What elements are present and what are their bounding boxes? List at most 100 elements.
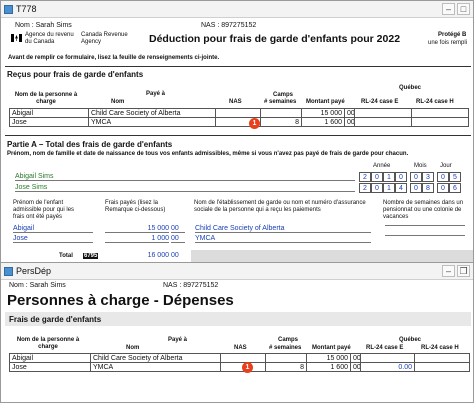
day-header: Jour xyxy=(440,163,452,169)
child-name-field[interactable]: Jose Sims xyxy=(15,184,355,192)
paid-to-cell[interactable]: YMCA xyxy=(88,117,216,127)
part-a-description: Prénom, nom de famille et date de naissa… xyxy=(7,151,409,157)
childcare-section-title: Frais de garde d'enfants xyxy=(9,315,102,324)
dependent-cell[interactable]: Jose xyxy=(9,117,89,127)
dependent-header: Nom de la personne à charge xyxy=(14,92,78,105)
weeks-header: # semaines xyxy=(269,345,302,351)
nas-header: NAS xyxy=(229,99,242,105)
birthdate-digit-box[interactable]: 0 xyxy=(437,183,449,193)
weeks-header: # semaines xyxy=(264,99,297,105)
page-heading: Personnes à charge - Dépenses xyxy=(7,292,234,309)
t778-titlebar: T778 – □ xyxy=(1,1,473,18)
taxpayer-nas: NAS : 897275152 xyxy=(201,22,257,29)
divider xyxy=(5,66,471,67)
birthdate-digit-box[interactable]: 6 xyxy=(449,183,461,193)
birthdate-digit-box[interactable]: 0 xyxy=(437,172,449,182)
t778-window: T778 – □ Nom : Sarah Sims NAS : 89727515… xyxy=(0,0,474,263)
minimize-icon[interactable]: – xyxy=(442,265,455,277)
name-header: Nom xyxy=(111,99,125,105)
birthdate-digit-box[interactable]: 0 xyxy=(371,183,383,193)
birthdate-digit-box[interactable]: 8 xyxy=(422,183,434,193)
name-header: Nom xyxy=(126,345,140,351)
part-a-child-field[interactable]: Jose xyxy=(13,235,93,243)
amount-cell[interactable]: 1 600 xyxy=(306,362,351,372)
cra-logo xyxy=(11,34,22,42)
callout-marker: 1 xyxy=(249,118,260,129)
rl24h-cell[interactable] xyxy=(411,117,469,127)
t778-window-title: T778 xyxy=(16,4,37,14)
maximize-icon[interactable]: □ xyxy=(457,3,470,15)
birthdate-digit-box[interactable]: 0 xyxy=(371,172,383,182)
child-first-name-header: Prénom de l'enfant admissible pour qui l… xyxy=(13,200,75,220)
part-a-fees-field[interactable]: 15 000 xyxy=(105,225,169,233)
agency-name-fr: Agence du revenu du Canada xyxy=(25,32,74,45)
rl24e-cell[interactable]: 0.00 xyxy=(360,362,415,372)
protected-sublabel: une fois rempli xyxy=(428,40,468,46)
persdep-titlebar: PersDép – ❐ xyxy=(1,263,473,280)
birthdate-digit-box[interactable]: 1 xyxy=(383,172,395,182)
part-a-weeks-field[interactable] xyxy=(385,235,465,236)
provider-header: Nom de l'établissement de garde ou nom e… xyxy=(194,200,366,213)
persdep-window-title: PersDép xyxy=(16,266,52,276)
birthdate-digit-box[interactable]: 5 xyxy=(449,172,461,182)
taxpayer-name: Nom : Sarah Sims xyxy=(9,282,66,289)
canada-flag-icon xyxy=(11,34,22,42)
minimize-icon[interactable]: – xyxy=(442,3,455,15)
part-a-weeks-field[interactable] xyxy=(385,225,465,226)
boarding-weeks-header: Nombre de semaines dans un pensionnat ou… xyxy=(383,200,464,220)
taxpayer-name: Nom : Sarah Sims xyxy=(15,22,72,29)
part-a-provider-field[interactable]: Child Care Society of Alberta xyxy=(195,225,371,233)
month-header: Mois xyxy=(414,163,427,169)
amount-header: Montant payé xyxy=(306,99,345,105)
birthdate-digit-box[interactable]: 4 xyxy=(395,183,407,193)
callout-marker: 1 xyxy=(242,362,253,373)
camps-header: Camps xyxy=(273,92,294,98)
divider xyxy=(5,135,471,136)
amount-header: Montant payé xyxy=(312,345,351,351)
taxpayer-nas: NAS : 897275152 xyxy=(163,282,219,289)
form-app-icon xyxy=(4,266,13,276)
quebec-header: Québec xyxy=(399,85,422,91)
part-a-title: Partie A – Total des frais de garde d'en… xyxy=(7,140,173,149)
total-label: Total xyxy=(59,253,73,259)
rl24e-header: RL-24 case E xyxy=(366,345,404,351)
weeks-cell[interactable]: 8 xyxy=(260,117,302,127)
rl24h-cell[interactable] xyxy=(414,362,470,372)
agency-name-en: Canada Revenue Agency xyxy=(81,32,128,45)
paid-to-header: Payé à xyxy=(146,91,166,97)
part-a-provider-field[interactable]: YMCA xyxy=(195,235,371,243)
birthdate-digit-box[interactable]: 2 xyxy=(359,172,371,182)
restore-icon[interactable]: ❐ xyxy=(457,265,470,277)
rl24e-header: RL-24 case E xyxy=(361,99,399,105)
weeks-cell[interactable]: 8 xyxy=(265,362,307,372)
total-line-code: 6795 xyxy=(83,253,99,259)
paid-to-header: Payé à xyxy=(168,337,188,343)
part-a-cents-field[interactable]: 00 xyxy=(171,225,185,233)
year-header: Année xyxy=(373,163,391,169)
part-a-cents-field[interactable]: 00 xyxy=(171,235,185,243)
dependent-cell[interactable]: Jose xyxy=(9,362,91,372)
receipts-section-title: Reçus pour frais de garde d'enfants xyxy=(7,70,144,79)
paid-to-cell[interactable]: YMCA xyxy=(90,362,221,372)
birthdate-digit-box[interactable]: 1 xyxy=(383,183,395,193)
part-a-child-field[interactable]: Abigail xyxy=(13,225,93,233)
dependent-header: Nom de la personne à charge xyxy=(16,337,80,350)
birthdate-digit-box[interactable]: 0 xyxy=(410,172,422,182)
protected-label: Protégé B xyxy=(438,32,467,38)
form-app-icon xyxy=(4,4,13,14)
birthdate-digit-box[interactable]: 2 xyxy=(359,183,371,193)
nas-header: NAS xyxy=(234,345,247,351)
birthdate-digit-box[interactable]: 3 xyxy=(422,172,434,182)
birthdate-digit-box[interactable]: 0 xyxy=(410,183,422,193)
amount-cell[interactable]: 1 600 xyxy=(301,117,345,127)
birthdate-digit-box[interactable]: 0 xyxy=(395,172,407,182)
form-instruction: Avant de remplir ce formulaire, lisez la… xyxy=(8,55,220,61)
rl24e-cell[interactable] xyxy=(354,117,412,127)
form-title: Déduction pour frais de garde d'enfants … xyxy=(149,33,401,45)
total-amount: 16 000 xyxy=(147,252,169,259)
part-a-fees-field[interactable]: 1 000 xyxy=(105,235,169,243)
persdep-window: PersDép – ❐ Nom : Sarah Sims NAS : 89727… xyxy=(0,262,474,403)
quebec-header: Québec xyxy=(399,337,422,343)
rl24h-header: RL-24 case H xyxy=(421,345,459,351)
child-name-field[interactable]: Abigail Sims xyxy=(15,173,355,181)
